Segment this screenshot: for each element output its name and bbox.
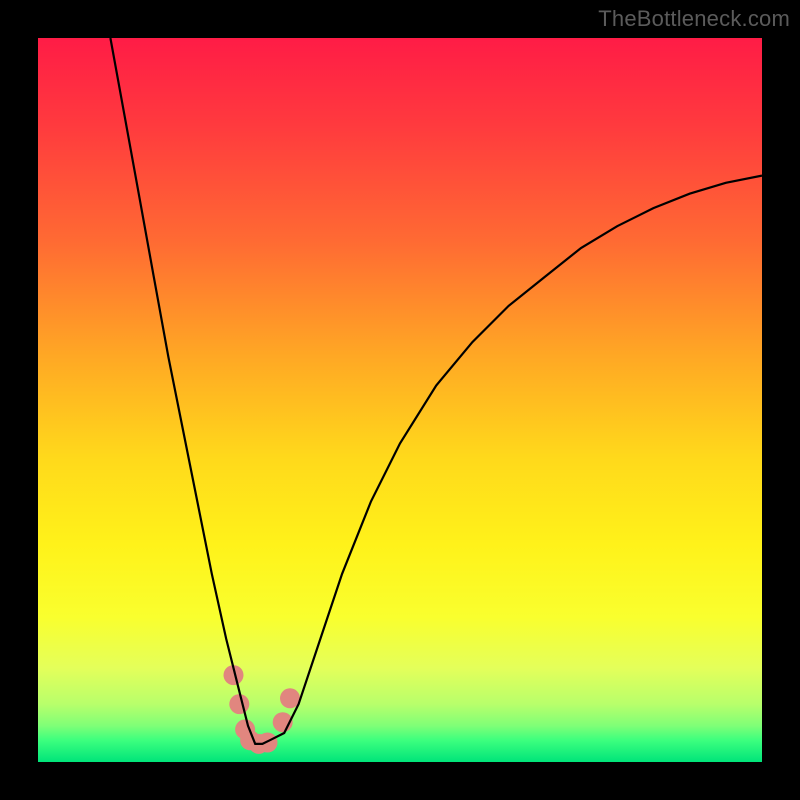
highlight-marker xyxy=(229,694,249,714)
watermark-text: TheBottleneck.com xyxy=(598,6,790,32)
plot-svg xyxy=(38,38,762,762)
curve-path xyxy=(110,38,762,744)
plot-area xyxy=(38,38,762,762)
